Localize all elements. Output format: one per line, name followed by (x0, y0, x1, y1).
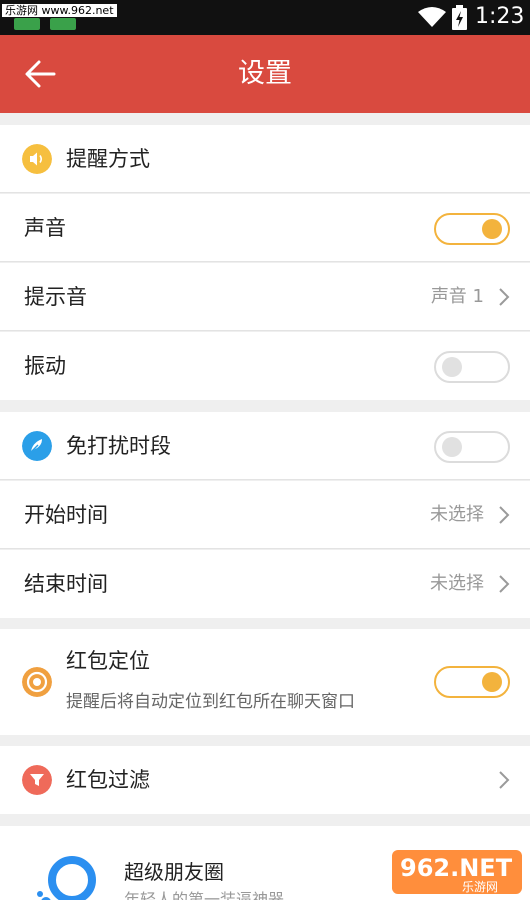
start-time-value: 未选择 (430, 504, 484, 525)
locate-toggle[interactable] (434, 666, 510, 698)
wifi-icon (418, 7, 446, 27)
locate-label: 红包定位 (66, 649, 150, 673)
start-time-row[interactable]: 开始时间 未选择 (0, 481, 530, 549)
chevron-right-icon (499, 771, 510, 789)
app-logo-icon (37, 856, 96, 900)
tone-value: 声音 1 (430, 286, 484, 307)
speaker-icon (22, 144, 52, 174)
dnd-header-label: 免打扰时段 (66, 434, 171, 458)
locate-description: 提醒后将自动定位到红包所在聊天窗口 (66, 692, 355, 712)
chevron-right-icon (499, 575, 510, 593)
sound-toggle[interactable] (434, 213, 510, 245)
start-time-label: 开始时间 (24, 503, 108, 527)
notification-app-icon (50, 18, 76, 30)
chevron-right-icon (499, 506, 510, 524)
feather-icon (22, 431, 52, 461)
filter-row[interactable]: 红包过滤 (0, 746, 530, 814)
filter-label: 红包过滤 (66, 768, 150, 792)
dnd-header-row: 免打扰时段 (0, 412, 530, 480)
end-time-label: 结束时间 (24, 572, 108, 596)
sound-row: 声音 (0, 194, 530, 262)
section-header-reminder: 提醒方式 (0, 125, 530, 193)
promo-subtitle: 年轻人的第一装逼神器 (124, 890, 285, 900)
sound-label: 声音 (24, 216, 66, 240)
funnel-icon (22, 765, 52, 795)
svg-text:乐游网: 乐游网 (462, 880, 498, 894)
end-time-value: 未选择 (430, 573, 484, 594)
locate-row: 红包定位 提醒后将自动定位到红包所在聊天窗口 (0, 629, 530, 735)
vibrate-toggle[interactable] (434, 351, 510, 383)
chevron-right-icon (499, 288, 510, 306)
status-time: 1:23 (475, 4, 525, 29)
end-time-row[interactable]: 结束时间 未选择 (0, 550, 530, 618)
app-bar: 设置 (0, 35, 530, 113)
svg-text:962.NET: 962.NET (400, 854, 513, 882)
target-icon (22, 667, 52, 697)
tone-row[interactable]: 提示音 声音 1 (0, 263, 530, 331)
tone-label: 提示音 (24, 285, 87, 309)
notification-app-icon (14, 18, 40, 30)
vibrate-row: 振动 (0, 332, 530, 400)
page-title: 设置 (238, 58, 292, 89)
watermark-text: 乐游网 www.962.net (2, 4, 117, 17)
toggle-knob (482, 672, 502, 692)
vibrate-label: 振动 (24, 354, 66, 378)
toggle-knob (482, 219, 502, 239)
dnd-toggle[interactable] (434, 431, 510, 463)
promo-title: 超级朋友圈 (124, 860, 224, 884)
back-arrow-icon[interactable] (24, 59, 56, 89)
status-bar: 乐游网 www.962.net 1:23 (0, 0, 530, 35)
watermark-logo: 962.NET 乐游网 (392, 850, 522, 894)
reminder-header-label: 提醒方式 (66, 147, 150, 171)
toggle-knob (442, 357, 462, 377)
toggle-knob (442, 437, 462, 457)
battery-charging-icon (452, 5, 467, 30)
